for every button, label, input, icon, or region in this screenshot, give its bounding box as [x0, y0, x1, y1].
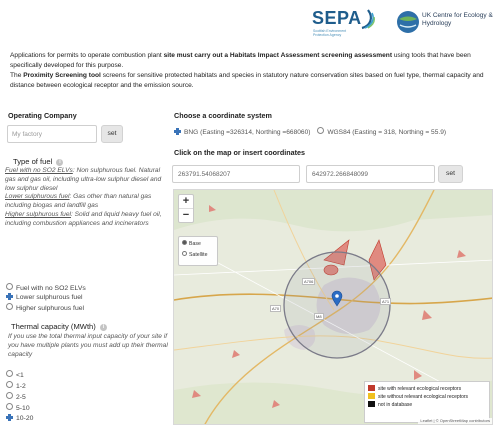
coordinate-system-heading: Choose a coordinate system — [174, 111, 272, 120]
fuel-option-lower-sulphurous[interactable]: Lower sulphurous fuel — [6, 293, 83, 303]
thermal-option-5-10[interactable]: 5-10 — [6, 403, 30, 413]
fuel-option-higher-sulphurous[interactable]: Higher sulphurous fuel — [6, 303, 84, 313]
radio-icon — [6, 303, 13, 310]
legend-item: site with relevant ecological receptors — [368, 385, 486, 393]
coordinates-set-button[interactable]: set — [438, 165, 463, 183]
zoom-control: + − — [178, 194, 194, 223]
info-icon[interactable]: i — [56, 159, 64, 166]
ukceh-logo: UK Centre for Ecology & Hydrology — [396, 8, 496, 40]
radio-icon — [6, 392, 13, 399]
zoom-in-button[interactable]: + — [179, 195, 193, 208]
radio-icon — [6, 403, 13, 410]
thermal-capacity-description: If you use the total thermal input capac… — [8, 333, 168, 358]
coordinate-option-bng[interactable]: BNG (Easting =326314, Northing =668060) — [174, 128, 310, 136]
thermal-option-2-5[interactable]: 2-5 — [6, 392, 26, 402]
coordinate-system-options: BNG (Easting =326314, Northing =668060) … — [174, 127, 446, 136]
legend-swatch-red — [368, 385, 375, 391]
legend-item: site without relevant ecological recepto… — [368, 393, 486, 401]
thermal-option-10-20[interactable]: 10-20 — [6, 414, 33, 424]
click-map-heading: Click on the map or insert coordinates — [174, 148, 305, 157]
legend-item: not in database — [368, 401, 486, 409]
fuel-option-no-so2[interactable]: Fuel with no SO2 ELVs — [6, 283, 86, 293]
road-label: M8 — [314, 313, 324, 320]
ukceh-logo-name: UK Centre for Ecology & Hydrology — [422, 12, 493, 27]
easting-input[interactable] — [172, 165, 300, 183]
thermal-option-1-2[interactable]: 1-2 — [6, 381, 26, 391]
fuel-type-heading: Type of fuel i — [13, 157, 64, 166]
info-icon[interactable]: i — [99, 324, 107, 331]
map-attribution[interactable]: Leaflet | © OpenStreetMap contributors — [418, 418, 492, 424]
legend-swatch-black — [368, 401, 375, 407]
layer-option-satellite[interactable]: Satellite — [182, 251, 207, 259]
radio-selected-icon — [182, 240, 187, 245]
thermal-option-lt1[interactable]: <1 — [6, 370, 24, 380]
operating-company-input[interactable] — [7, 125, 97, 143]
road-label: A71 — [380, 298, 392, 305]
thermal-capacity-heading: Thermal capacity (MWth) i — [11, 322, 107, 331]
coordinate-option-wgs84[interactable]: WGS84 (Easting = 318, Northing = 55.9) — [317, 127, 446, 136]
radio-icon — [6, 381, 13, 388]
map-legend: site with relevant ecological receptors … — [364, 381, 490, 423]
ukceh-globe-icon — [397, 11, 419, 33]
road-label: A706 — [302, 278, 316, 285]
radio-selected-icon — [6, 414, 13, 421]
operating-company-heading: Operating Company — [8, 111, 77, 120]
operating-company-set-button[interactable]: set — [101, 125, 123, 143]
radio-icon — [6, 283, 13, 290]
radio-icon — [6, 370, 13, 377]
layer-option-base[interactable]: Base — [182, 240, 201, 248]
sepa-logo-subtitle: Scottish Environment Protection Agency — [313, 29, 347, 37]
road-label: A70 — [270, 305, 282, 312]
layer-switcher: Base Satellite — [178, 236, 218, 266]
radio-selected-icon — [6, 293, 13, 300]
fuel-type-description: Fuel with no SO2 ELVs: Non sulphurous fu… — [5, 167, 162, 227]
map-view[interactable]: A706 A71 M8 A70 + − Base Satellite site … — [173, 189, 493, 425]
legend-swatch-yellow — [368, 393, 375, 399]
intro-text: Applications for permits to operate comb… — [10, 52, 484, 89]
sepa-logo-name: SEPA — [312, 8, 362, 28]
northing-input[interactable] — [306, 165, 435, 183]
zoom-out-button[interactable]: − — [179, 208, 193, 222]
location-marker-icon[interactable] — [331, 290, 343, 307]
radio-selected-icon — [174, 128, 181, 135]
sepa-logo: SEPA Scottish Environment Protection Age… — [312, 8, 375, 42]
radio-icon — [182, 251, 187, 256]
radio-icon — [317, 127, 325, 134]
sepa-swirl-icon — [361, 9, 375, 30]
